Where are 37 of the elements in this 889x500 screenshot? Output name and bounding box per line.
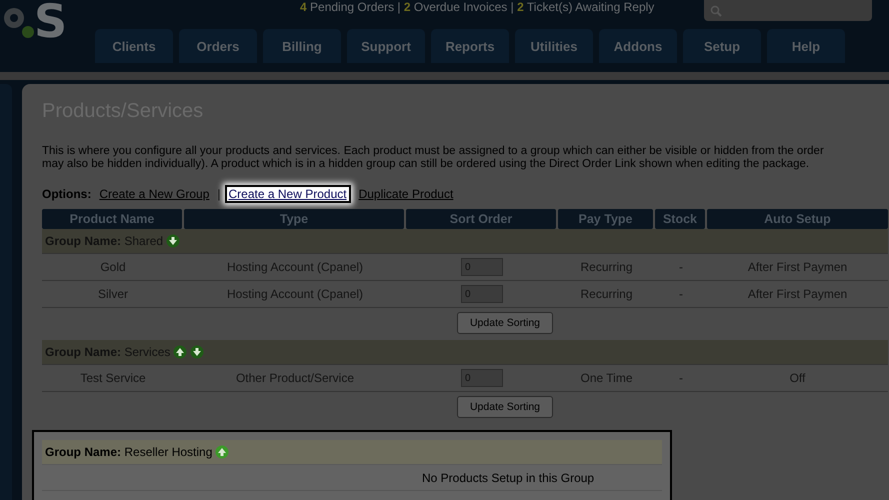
search-field[interactable] (704, 0, 872, 21)
nav-tab[interactable]: Clients (95, 29, 173, 63)
nav-tab[interactable]: Help (767, 29, 845, 63)
column-header: Product Name (42, 209, 182, 229)
nav-tab[interactable]: Utilities (515, 29, 593, 63)
column-header: Stock (655, 209, 705, 229)
table-cell-text: - (678, 287, 684, 301)
move-down-icon[interactable] (190, 345, 204, 359)
move-up-icon[interactable] (215, 445, 230, 459)
intro-text: may also be hidden individually). A product which is in a hidden group can still be ordered using the Direct Order Link shown when editing the package. (42, 158, 810, 171)
option-link[interactable]: Create a New Group (95, 185, 214, 203)
column-header: Auto Setup (707, 209, 888, 229)
update-sorting-button[interactable]: Update Sorting (456, 396, 554, 418)
nav-tab[interactable]: Setup (683, 29, 761, 63)
move-down-icon[interactable] (166, 234, 180, 248)
logo-text: S (34, 0, 68, 48)
search-icon (710, 4, 722, 16)
nav-tab[interactable]: Orders (179, 29, 257, 63)
options-label: Options: (42, 187, 92, 201)
move-up-icon[interactable] (173, 345, 188, 359)
group-name: Group Name: Reseller Hosting (45, 445, 212, 459)
intro-text: This is where you configure all your products and services. Each product must be assigned to a group which can either be visible or hidden from the order (42, 145, 825, 158)
table-cell-text: - (678, 260, 684, 274)
empty-message: No Products Setup in this Group (42, 465, 662, 491)
nav-tab[interactable]: Support (347, 29, 425, 63)
column-header: Type (184, 209, 404, 229)
alerts-text: 4 Pending Orders | 2 Overdue Invoices | 2 Ticket(s) Awaiting Reply (300, 0, 654, 14)
separator-text: | (217, 187, 221, 201)
column-header: Pay Type (558, 209, 653, 229)
column-header: Sort Order (406, 209, 556, 229)
table-cell-text: - (678, 371, 684, 385)
nav-tab[interactable]: Reports (431, 29, 509, 63)
option-link[interactable]: Duplicate Product (354, 185, 458, 203)
nav-tab[interactable]: Addons (599, 29, 677, 63)
option-link[interactable]: Create a New Product (224, 185, 351, 203)
update-sorting-button[interactable]: Update Sorting (456, 312, 554, 334)
nav-tab[interactable]: Billing (263, 29, 341, 63)
